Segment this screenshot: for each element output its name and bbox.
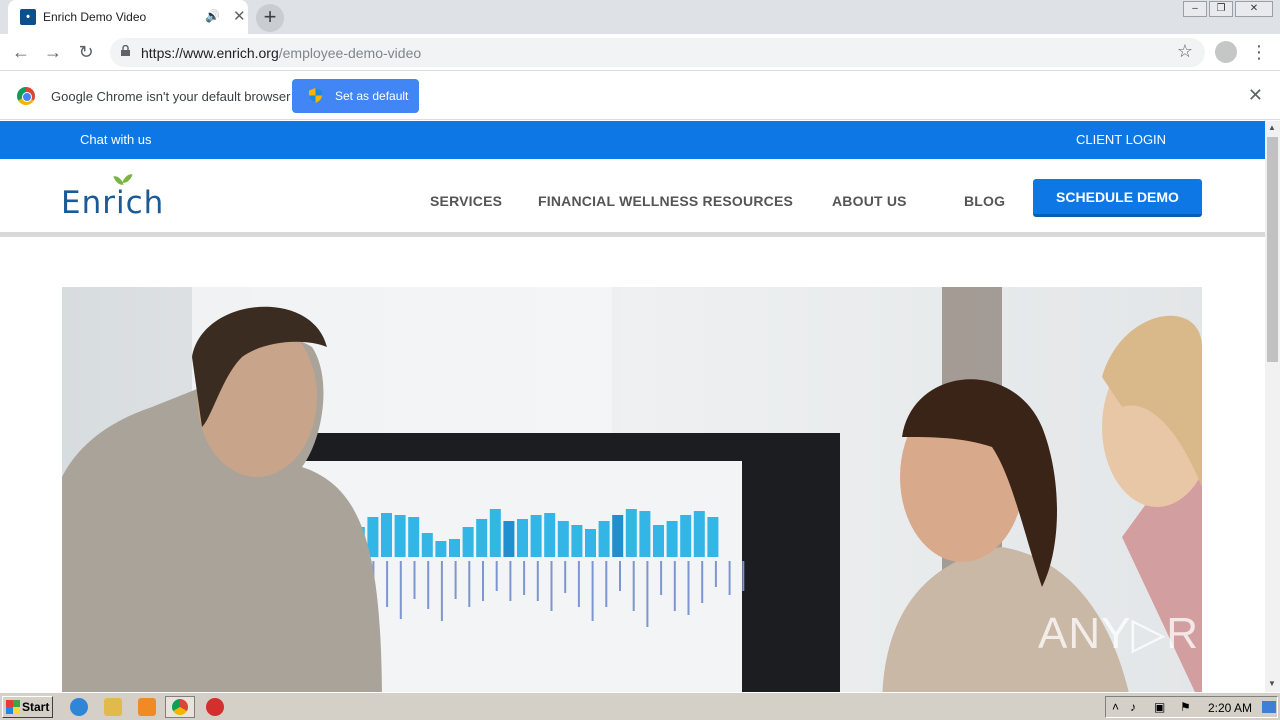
- browser-tab[interactable]: • Enrich Demo Video 🔊 ✕: [8, 0, 248, 34]
- window-close-button[interactable]: ✕: [1235, 1, 1273, 17]
- volume-icon[interactable]: ♪: [1130, 700, 1136, 714]
- set-as-default-label: Set as default: [335, 89, 409, 103]
- browser-toolbar: ← → ↻ https://www.enrich.org/employee-de…: [0, 34, 1280, 71]
- nav-financial-wellness-resources[interactable]: FINANCIAL WELLNESS RESOURCES: [538, 193, 793, 209]
- back-arrow-icon[interactable]: ←: [10, 42, 32, 63]
- site-main-nav: Enrich SERVICES FINANCIAL WELLNESS RESOU…: [0, 159, 1265, 237]
- default-browser-infobar: Google Chrome isn't your default browser…: [0, 72, 1280, 120]
- start-label: Start: [22, 700, 50, 714]
- forward-arrow-icon[interactable]: →: [42, 42, 64, 63]
- minimize-button[interactable]: –: [1183, 1, 1207, 17]
- chrome-taskbar-icon: [172, 699, 188, 715]
- bookmark-star-icon[interactable]: ☆: [1177, 41, 1193, 62]
- lock-icon: [121, 45, 130, 56]
- internet-explorer-icon[interactable]: [70, 698, 88, 716]
- address-bar[interactable]: https://www.enrich.org/employee-demo-vid…: [110, 38, 1205, 67]
- network-icon[interactable]: ▣: [1154, 700, 1165, 714]
- browser-tab-strip: • Enrich Demo Video 🔊 ✕ + – ❐ ✕: [0, 0, 1280, 34]
- site-favicon-icon: •: [20, 9, 36, 25]
- nav-blog[interactable]: BLOG: [964, 193, 1005, 209]
- chrome-taskbar-button[interactable]: [165, 696, 195, 718]
- logo-text: Enrich: [61, 185, 165, 221]
- browser-menu-icon[interactable]: ⋮: [1250, 42, 1268, 63]
- tray-expand-icon[interactable]: ˄: [1112, 700, 1119, 714]
- client-login-link[interactable]: CLIENT LOGIN: [1076, 132, 1166, 147]
- page-scrollbar[interactable]: ▲ ▼: [1265, 121, 1280, 692]
- windows-flag-icon: [6, 700, 20, 714]
- page-viewport: Chat with us CLIENT LOGIN Enrich SERVICE…: [0, 121, 1265, 692]
- url-text: https://www.enrich.org/employee-demo-vid…: [141, 45, 421, 61]
- reload-icon[interactable]: ↻: [75, 42, 97, 63]
- new-tab-button[interactable]: +: [256, 4, 284, 32]
- show-desktop-icon[interactable]: [1262, 701, 1276, 713]
- shield-icon: [309, 88, 322, 103]
- restore-button[interactable]: ❐: [1209, 1, 1233, 17]
- anyrun-watermark: ANY▷RUN: [1038, 609, 1265, 658]
- tab-audio-icon[interactable]: 🔊: [205, 9, 220, 23]
- tab-title: Enrich Demo Video: [43, 10, 147, 24]
- tab-close-icon[interactable]: ✕: [233, 7, 246, 25]
- chrome-icon: [17, 87, 35, 105]
- hero-video-frame: [62, 287, 1202, 692]
- chat-with-us-link[interactable]: Chat with us: [80, 132, 152, 147]
- taskbar-clock[interactable]: 2:20 AM: [1208, 701, 1252, 715]
- url-host: https://www.enrich.org: [141, 45, 279, 61]
- logo-leaf-right: [122, 172, 133, 185]
- file-explorer-icon[interactable]: [104, 698, 122, 716]
- scrollbar-thumb[interactable]: [1267, 137, 1278, 362]
- hero-video[interactable]: [62, 287, 1202, 692]
- nav-services[interactable]: SERVICES: [430, 193, 502, 209]
- media-player-icon[interactable]: [138, 698, 156, 716]
- set-as-default-button[interactable]: Set as default: [292, 79, 419, 113]
- windows-taskbar: Start ˄ ♪ ▣ ⚑ 2:20 AM: [0, 692, 1280, 720]
- enrich-logo[interactable]: Enrich: [61, 172, 171, 221]
- start-button[interactable]: Start: [2, 696, 53, 718]
- opera-icon[interactable]: [206, 698, 224, 716]
- system-tray: ˄ ♪ ▣ ⚑ 2:20 AM: [1105, 696, 1278, 718]
- infobar-close-icon[interactable]: ✕: [1248, 85, 1263, 106]
- action-center-flag-icon[interactable]: ⚑: [1180, 700, 1191, 714]
- infobar-message: Google Chrome isn't your default browser: [51, 89, 291, 104]
- url-path: /employee-demo-video: [278, 45, 422, 61]
- nav-about-us[interactable]: ABOUT US: [832, 193, 907, 209]
- schedule-demo-button[interactable]: SCHEDULE DEMO: [1033, 179, 1202, 217]
- profile-avatar[interactable]: [1215, 41, 1237, 63]
- scroll-up-icon[interactable]: ▲: [1268, 123, 1276, 132]
- scroll-down-icon[interactable]: ▼: [1268, 679, 1276, 688]
- site-topbar: Chat with us CLIENT LOGIN: [0, 121, 1265, 159]
